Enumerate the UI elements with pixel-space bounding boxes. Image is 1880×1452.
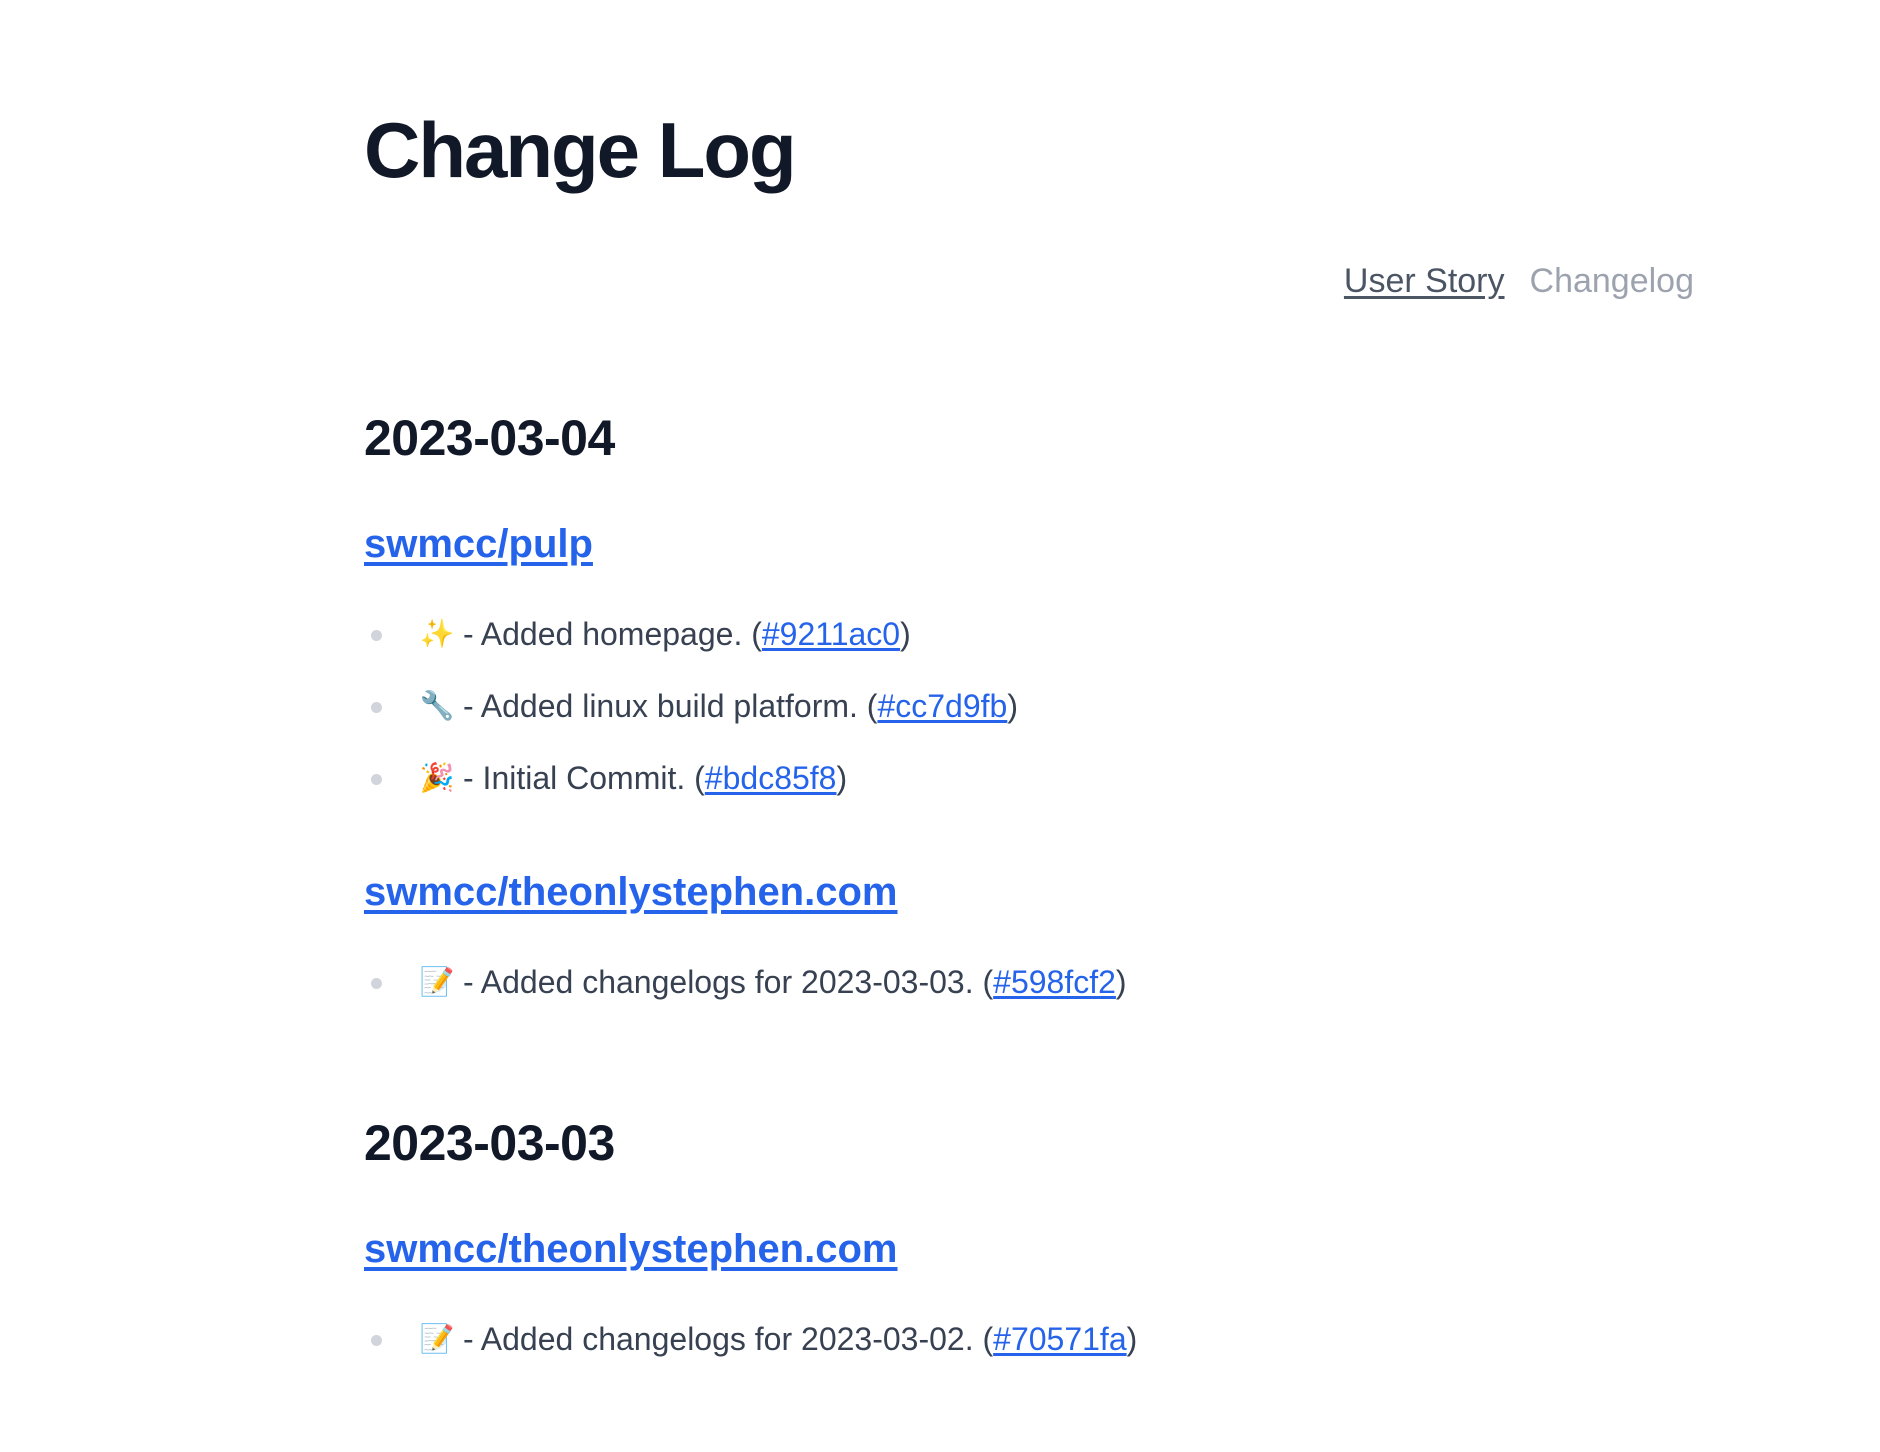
change-text: - Added changelogs for 2023-03-02. (: [463, 1321, 994, 1357]
commit-link[interactable]: #bdc85f8: [705, 758, 837, 798]
bullet-icon: [371, 774, 382, 785]
date-section-2023-03-03: 2023-03-03 swmcc/theonlystephen.com 📝 - …: [364, 1113, 1137, 1375]
repo-block-pulp: swmcc/pulp ✨ - Added homepage. ( #9211ac…: [364, 520, 1127, 814]
wrench-icon: 🔧: [419, 689, 455, 722]
change-list: 📝 - Added changelogs for 2023-03-02. ( #…: [364, 1303, 1137, 1375]
repo-link-theonlystephen[interactable]: swmcc/theonlystephen.com: [364, 1225, 897, 1273]
date-section-2023-03-04: 2023-03-04 swmcc/pulp ✨ - Added homepage…: [364, 408, 1127, 1018]
user-story-link[interactable]: User Story: [1344, 260, 1505, 302]
top-navigation: User Story Changelog: [1344, 260, 1694, 302]
commit-link[interactable]: #598fcf2: [993, 962, 1116, 1002]
change-text: - Added homepage. (: [463, 616, 762, 652]
commit-link[interactable]: #cc7d9fb: [877, 686, 1007, 726]
change-item: 🔧 - Added linux build platform. ( #cc7d9…: [364, 670, 1127, 742]
closing-parenthesis: ): [1115, 964, 1127, 1000]
repo-link-pulp[interactable]: swmcc/pulp: [364, 520, 593, 568]
page-title: Change Log: [364, 106, 797, 194]
commit-link[interactable]: #9211ac0: [762, 614, 900, 654]
change-item: 📝 - Added changelogs for 2023-03-03. ( #…: [364, 946, 1127, 1018]
closing-parenthesis: ): [900, 616, 911, 652]
closing-parenthesis: ): [836, 760, 848, 796]
bullet-icon: [371, 978, 382, 989]
change-text: - Added changelogs for 2023-03-03. (: [463, 964, 994, 1000]
commit-link[interactable]: #70571fa: [993, 1319, 1126, 1359]
change-item: 📝 - Added changelogs for 2023-03-02. ( #…: [364, 1303, 1137, 1375]
closing-parenthesis: ): [1126, 1321, 1138, 1357]
sparkles-icon: ✨: [419, 617, 455, 650]
change-item: ✨ - Added homepage. ( #9211ac0 ): [364, 598, 1127, 670]
change-item: 🎉 - Initial Commit. ( #bdc85f8 ): [364, 742, 1127, 814]
memo-icon: 📝: [419, 1322, 455, 1355]
date-heading: 2023-03-04: [364, 410, 615, 466]
memo-icon: 📝: [419, 965, 455, 998]
change-list: 📝 - Added changelogs for 2023-03-03. ( #…: [364, 946, 1127, 1018]
change-list: ✨ - Added homepage. ( #9211ac0 ) 🔧 - Add…: [364, 598, 1127, 814]
bullet-icon: [371, 1335, 382, 1346]
changelog-current-link: Changelog: [1529, 262, 1694, 300]
bullet-icon: [371, 630, 382, 641]
party-popper-icon: 🎉: [419, 761, 455, 794]
repo-link-theonlystephen[interactable]: swmcc/theonlystephen.com: [364, 868, 897, 916]
bullet-icon: [371, 702, 382, 713]
closing-parenthesis: ): [1007, 688, 1018, 724]
change-text: - Initial Commit. (: [463, 760, 705, 796]
repo-block-theonlystephen: swmcc/theonlystephen.com 📝 - Added chang…: [364, 868, 1127, 1018]
change-text: - Added linux build platform. (: [463, 688, 878, 724]
repo-block-theonlystephen: swmcc/theonlystephen.com 📝 - Added chang…: [364, 1225, 1137, 1375]
date-heading: 2023-03-03: [364, 1115, 615, 1171]
page: Change Log User Story Changelog 2023-03-…: [0, 0, 1880, 1452]
